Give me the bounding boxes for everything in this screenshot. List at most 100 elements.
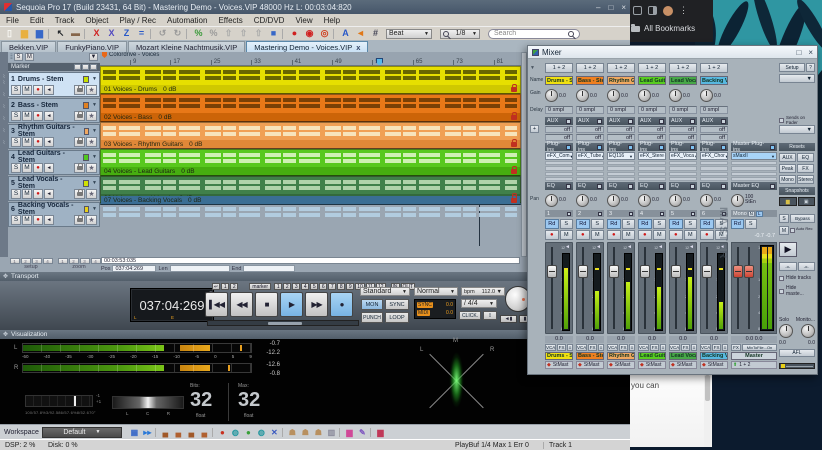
empty-plugin-slot[interactable] — [545, 177, 573, 181]
gain-knob[interactable] — [669, 89, 682, 102]
track-menu-icon[interactable]: ▼ — [92, 154, 97, 160]
browser-menu-icon[interactable]: ⋮ — [679, 5, 688, 16]
track-lock-button[interactable] — [74, 111, 85, 121]
monitor-speaker-icon[interactable]: ◄ — [658, 245, 663, 250]
master-eq-header[interactable]: Master EQ — [731, 182, 777, 190]
punch-toggle[interactable]: PUNCH — [361, 312, 383, 323]
workspace-3-icon[interactable]: ▄ — [186, 427, 197, 437]
reset-button[interactable]: EQ — [797, 153, 814, 162]
hide-tracks-checkbox[interactable] — [779, 276, 784, 281]
reset-button[interactable]: Stereo — [797, 175, 814, 184]
channel-name-bottom[interactable]: Drums - Ster — [545, 352, 573, 360]
delay-field[interactable]: 0 smpl — [545, 106, 573, 114]
empty-plugin-slot[interactable] — [545, 172, 573, 176]
auto-icon[interactable]: A — [339, 28, 352, 39]
gain-knob[interactable] — [545, 89, 558, 102]
empty-plugin-slot[interactable] — [607, 172, 635, 176]
aux-toggle-box[interactable] — [628, 119, 633, 124]
sends-dropdown[interactable]: ▼ — [779, 125, 815, 134]
vca-button[interactable]: VCA — [638, 344, 649, 351]
gray-box-icon[interactable]: ▥ — [326, 427, 337, 437]
menu-item[interactable]: Edit — [30, 16, 44, 25]
channel-solo-button[interactable]: S — [684, 219, 698, 229]
eq-header[interactable]: EQ — [638, 182, 666, 190]
mixer-maximize-button[interactable]: □ — [796, 48, 801, 57]
sep[interactable] — [150, 29, 154, 39]
track-solo-button[interactable]: S — [11, 215, 21, 225]
import-icon[interactable]: ⇧ — [222, 28, 235, 39]
marker-number-button[interactable]: 4 — [301, 283, 309, 290]
fx-button[interactable]: FX — [588, 344, 597, 351]
aux-send-2[interactable]: off — [545, 134, 573, 141]
menu-item[interactable]: Track — [55, 16, 75, 25]
close-button[interactable]: × — [621, 3, 626, 12]
sep[interactable] — [84, 29, 88, 39]
marker-button[interactable]: marker — [249, 283, 271, 290]
plugins-toggle-box[interactable] — [628, 145, 633, 150]
aux-header[interactable]: AUX — [545, 117, 573, 125]
track-monitor-icon[interactable]: ◄ — [44, 163, 54, 173]
new-project-icon[interactable]: ▯ — [3, 28, 16, 39]
record-button[interactable]: ● — [330, 292, 353, 317]
plugins-header[interactable]: Plug-ins — [638, 143, 666, 151]
hand-3-icon[interactable]: ☗ — [313, 427, 324, 437]
track-monitor-icon[interactable]: ◄ — [44, 85, 54, 95]
vca-button[interactable]: VCA — [700, 344, 711, 351]
empty-plugin-slot[interactable] — [576, 172, 604, 176]
sep[interactable] — [333, 29, 337, 39]
zoom-preset-button[interactable]: 1 — [58, 258, 68, 264]
hide-master-checkbox[interactable] — [779, 289, 784, 294]
channel-mute-button[interactable]: M — [653, 230, 667, 240]
track-header[interactable]: 2 Bass - Stem ▼ S M ● ◄ ★ — [8, 98, 100, 123]
crossfade-icon[interactable]: X — [105, 28, 118, 39]
locator-button[interactable]: 2 — [230, 283, 238, 290]
zoom-teal-icon[interactable]: ◍ — [230, 427, 241, 437]
menu-item[interactable]: Effects — [218, 16, 242, 25]
snap-icon[interactable]: % — [192, 28, 205, 39]
plugins-header[interactable]: Plug-ins — [607, 143, 635, 151]
screen-layout-icon[interactable]: ▦ — [129, 427, 140, 437]
track-solo-button[interactable]: S — [11, 163, 21, 173]
channel-select-box[interactable] — [567, 212, 571, 216]
empty-plugin-slot[interactable] — [545, 161, 573, 165]
timecode-display[interactable]: 037:04:269 ▾ L E — [130, 288, 214, 322]
monitor-speaker-icon[interactable]: ◄ — [627, 245, 632, 250]
menu-item[interactable]: Help — [324, 16, 340, 25]
aux-send-1[interactable]: off — [669, 126, 697, 133]
channel-mute-button[interactable]: M — [591, 230, 605, 240]
channel-menu-icon[interactable]: ≡ — [660, 344, 666, 351]
pan-knob[interactable] — [669, 194, 682, 207]
eq-toggle-box[interactable] — [690, 184, 695, 189]
zoom-red-icon[interactable]: ● — [217, 427, 228, 437]
setup-preset-button[interactable]: 4 — [43, 258, 53, 264]
volume-fader[interactable] — [578, 265, 588, 278]
plugin-slot[interactable]: eFX_Tube▼ — [576, 152, 604, 160]
fx-button[interactable]: FX — [557, 344, 566, 351]
track-monitor-icon[interactable]: ◄ — [44, 189, 54, 199]
setup-preset-button[interactable]: 1 — [10, 258, 20, 264]
sep[interactable] — [282, 428, 285, 437]
track-menu-icon[interactable]: ▼ — [92, 180, 97, 186]
channel-solo-button[interactable]: S — [653, 219, 667, 229]
read-automation-button[interactable]: Rd — [638, 219, 652, 229]
locator-button[interactable]: 1 — [221, 283, 229, 290]
vca-button[interactable]: VCA — [545, 344, 556, 351]
pos-field[interactable]: 037:04:269 — [112, 265, 156, 272]
marker-number-button[interactable]: 2 — [283, 283, 291, 290]
track-lock-button[interactable] — [74, 189, 85, 199]
track-record-button[interactable]: ● — [33, 163, 43, 173]
vca-button[interactable]: VCA — [607, 344, 618, 351]
track-menu-icon[interactable]: ▼ — [92, 102, 97, 108]
redo-icon[interactable]: ↻ — [171, 28, 184, 39]
afl-button[interactable]: AFL — [779, 349, 815, 357]
plugins-toggle-box[interactable] — [659, 145, 664, 150]
fx-button[interactable]: FX — [650, 344, 659, 351]
empty-plugin-slot[interactable] — [731, 166, 777, 170]
track-mute-button[interactable]: M — [22, 163, 32, 173]
pan-knob[interactable] — [700, 194, 713, 207]
track-lock-button[interactable] — [74, 215, 85, 225]
track-menu-icon[interactable]: ▼ — [92, 128, 97, 134]
master-eq-knob[interactable] — [731, 194, 744, 207]
marker-number-button[interactable]: 6 — [319, 283, 327, 290]
channel-menu-icon[interactable]: ≡ — [722, 344, 728, 351]
